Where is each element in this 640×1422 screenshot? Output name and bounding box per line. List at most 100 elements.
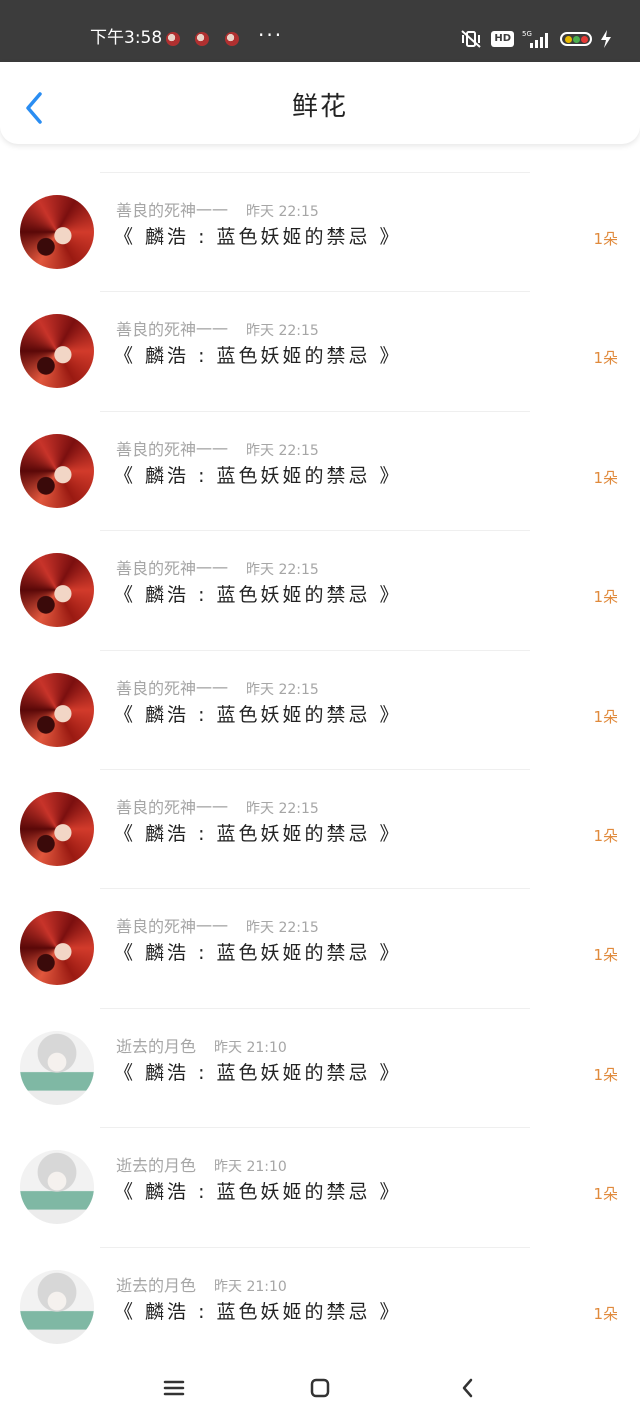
- status-bar: 下午3:58 ··· HD 5G: [0, 0, 640, 62]
- divider: [100, 410, 530, 412]
- sender-name[interactable]: 善良的死神一一: [116, 917, 228, 936]
- book-title: 《 麟浩 : 蓝色妖姬的禁忌 》: [114, 1300, 402, 1323]
- sender-line: 逝去的月色 昨天 21:10: [116, 1155, 287, 1178]
- book-title: 《 麟浩 : 蓝色妖姬的禁忌 》: [114, 942, 402, 965]
- book-title: 《 麟浩 : 蓝色妖姬的禁忌 》: [114, 703, 402, 726]
- status-time: 下午3:58: [90, 28, 163, 48]
- divider: [100, 888, 530, 890]
- sender-line: 善良的死神一一 昨天 22:15: [116, 319, 319, 342]
- send-time: 昨天 21:10: [214, 1159, 287, 1176]
- sender-name[interactable]: 善良的死神一一: [116, 798, 228, 817]
- book-title: 《 麟浩 : 蓝色妖姬的禁忌 》: [114, 1061, 402, 1084]
- battery-dot: [580, 35, 588, 43]
- avatar[interactable]: [20, 195, 94, 269]
- avatar[interactable]: [20, 1150, 94, 1225]
- signal-icon: 5G: [522, 29, 552, 49]
- sender-name[interactable]: 善良的死神一一: [116, 320, 228, 339]
- divider: [100, 768, 530, 770]
- send-time: 昨天 22:15: [246, 562, 319, 579]
- sender-line: 善良的死神一一 昨天 22:15: [116, 916, 319, 939]
- sender-name[interactable]: 逝去的月色: [116, 1156, 196, 1175]
- divider: [100, 291, 530, 293]
- book-title: 《 麟浩 : 蓝色妖姬的禁忌 》: [114, 1181, 402, 1204]
- avatar[interactable]: [20, 672, 94, 747]
- flower-count: 1朵: [593, 707, 618, 726]
- list-item[interactable]: 善良的死神一一 昨天 22:15 《 麟浩 : 蓝色妖姬的禁忌 》 1朵: [0, 888, 640, 1007]
- book-title: 《 麟浩 : 蓝色妖姬的禁忌 》: [114, 584, 402, 607]
- divider: [100, 1246, 530, 1248]
- sender-line: 善良的死神一一 昨天 22:15: [116, 558, 319, 581]
- system-back-button[interactable]: [454, 1374, 482, 1402]
- list-item[interactable]: 善良的死神一一 昨天 22:15 《 麟浩 : 蓝色妖姬的禁忌 》 1朵: [0, 649, 640, 769]
- avatar[interactable]: [20, 1269, 94, 1344]
- notification-app-icon: [166, 32, 180, 46]
- avatar[interactable]: [20, 553, 94, 628]
- send-time: 昨天 22:15: [246, 323, 319, 340]
- page-header: 鲜花: [0, 62, 640, 144]
- flower-count: 1朵: [593, 826, 618, 845]
- flower-count: 1朵: [593, 588, 618, 607]
- list-item[interactable]: 逝去的月色 昨天 21:10 《 麟浩 : 蓝色妖姬的禁忌 》 1朵: [0, 1127, 640, 1246]
- flower-count: 1朵: [593, 1185, 618, 1204]
- flower-count: 1朵: [593, 349, 618, 368]
- sender-line: 善良的死神一一 昨天 22:15: [116, 439, 319, 462]
- sender-name[interactable]: 逝去的月色: [116, 1276, 196, 1295]
- back-chevron-icon: [462, 1378, 473, 1398]
- flower-count: 1朵: [593, 468, 618, 487]
- system-nav-bar: [0, 1354, 640, 1422]
- avatar[interactable]: [20, 911, 94, 986]
- send-time: 昨天 22:15: [246, 204, 319, 220]
- vibrate-off-icon: [459, 29, 483, 49]
- book-title: 《 麟浩 : 蓝色妖姬的禁忌 》: [114, 822, 402, 845]
- divider: [100, 1007, 530, 1009]
- list-item[interactable]: 善良的死神一一 昨天 22:15 《 麟浩 : 蓝色妖姬的禁忌 》 1朵: [0, 530, 640, 649]
- divider: [100, 530, 530, 532]
- divider: [100, 1127, 530, 1129]
- list-item[interactable]: 逝去的月色 昨天 21:10 《 麟浩 : 蓝色妖姬的禁忌 》 1朵: [0, 1007, 640, 1127]
- sender-line: 善良的死神一一 昨天 22:15: [116, 678, 319, 701]
- avatar[interactable]: [20, 1030, 94, 1105]
- sender-name[interactable]: 善良的死神一一: [116, 440, 228, 459]
- send-time: 昨天 22:15: [246, 800, 319, 817]
- avatar[interactable]: [20, 433, 94, 508]
- home-square-icon: [310, 1378, 330, 1398]
- avatar[interactable]: [20, 314, 94, 389]
- send-time: 昨天 22:15: [246, 681, 319, 698]
- list-item[interactable]: 善良的死神一一 昨天 22:15 《 麟浩 : 蓝色妖姬的禁忌 》 1朵: [0, 291, 640, 410]
- flower-count: 1朵: [593, 230, 618, 248]
- battery-dot: [564, 35, 572, 43]
- flower-count: 1朵: [593, 1065, 618, 1084]
- list-item[interactable]: 逝去的月色 昨天 21:10 《 麟浩 : 蓝色妖姬的禁忌 》 1朵: [0, 1246, 640, 1366]
- book-title: 《 麟浩 : 蓝色妖姬的禁忌 》: [114, 226, 402, 248]
- home-button[interactable]: [306, 1374, 334, 1402]
- sender-line: 善良的死神一一 昨天 22:15: [116, 797, 319, 820]
- sender-line: 善良的死神一一 昨天 22:15: [116, 200, 319, 223]
- list-item[interactable]: 善良的死神一一 昨天 22:15 《 麟浩 : 蓝色妖姬的禁忌 》 1朵: [0, 768, 640, 888]
- battery-icon: [560, 32, 592, 46]
- hd-icon: HD: [491, 31, 514, 47]
- charging-icon: [600, 30, 612, 48]
- send-time: 昨天 21:10: [214, 1039, 287, 1056]
- more-notifications-icon: ···: [258, 23, 284, 47]
- notification-app-icon: [195, 32, 209, 46]
- recent-apps-button[interactable]: [160, 1374, 188, 1402]
- list-item[interactable]: 善良的死神一一 昨天 22:15 《 麟浩 : 蓝色妖姬的禁忌 》 1朵: [0, 172, 640, 291]
- notification-app-icon: [225, 32, 239, 46]
- send-time: 昨天 22:15: [246, 920, 319, 937]
- send-time: 昨天 22:15: [246, 442, 319, 459]
- battery-dot: [572, 35, 580, 43]
- book-title: 《 麟浩 : 蓝色妖姬的禁忌 》: [114, 345, 402, 368]
- divider: [100, 649, 530, 651]
- list-item[interactable]: 善良的死神一一 昨天 22:15 《 麟浩 : 蓝色妖姬的禁忌 》 1朵: [0, 410, 640, 530]
- sender-name[interactable]: 善良的死神一一: [116, 559, 228, 578]
- network-type: 5G: [522, 30, 532, 38]
- sender-name[interactable]: 逝去的月色: [116, 1037, 196, 1056]
- sender-name[interactable]: 善良的死神一一: [116, 679, 228, 698]
- book-title: 《 麟浩 : 蓝色妖姬的禁忌 》: [114, 464, 402, 487]
- flower-count: 1朵: [593, 1304, 618, 1323]
- sender-name[interactable]: 善良的死神一一: [116, 201, 228, 220]
- avatar[interactable]: [20, 791, 94, 866]
- divider: [100, 172, 530, 173]
- sender-line: 逝去的月色 昨天 21:10: [116, 1275, 287, 1298]
- sender-line: 逝去的月色 昨天 21:10: [116, 1036, 287, 1059]
